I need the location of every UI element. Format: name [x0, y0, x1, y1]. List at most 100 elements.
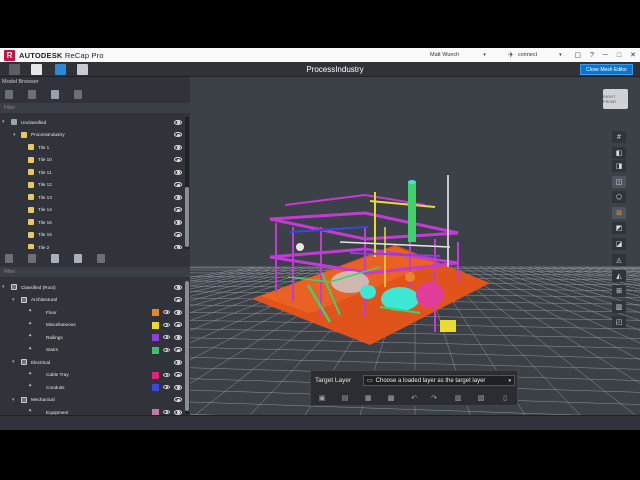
eye-icon[interactable] — [163, 410, 170, 414]
visibility-eye-icon[interactable] — [174, 194, 182, 200]
scan-icon[interactable] — [5, 90, 13, 99]
layer-color-swatch[interactable] — [152, 346, 159, 354]
delete-icon[interactable] — [97, 254, 105, 263]
minimize-icon[interactable]: ─ — [603, 52, 608, 59]
trash-icon[interactable]: ▯ — [500, 393, 510, 402]
tree-item-class[interactable]: Stairs ✦ — [0, 344, 184, 357]
visibility-eye-icon[interactable] — [174, 397, 182, 402]
region-icon[interactable] — [28, 90, 36, 99]
clip-icon[interactable]: ⊠ — [612, 207, 626, 219]
tree-item-group[interactable]: ▾ Electrical — [0, 356, 184, 369]
expand-icon[interactable]: ▾ — [2, 284, 5, 290]
3d-viewport[interactable]: RIGHT FRONT # ◧ ◨ ◫ ⬠ ⊠ ◩ ◪ ◬ ◭ ⊞ ▥ ◰ Target Layer ▭… — [190, 77, 640, 415]
classify-icon[interactable] — [51, 254, 59, 263]
user-menu[interactable]: Matt Wunch ▾ — [430, 48, 486, 62]
tree-item-project[interactable]: ▾ ProcessIndustry — [0, 129, 184, 142]
visibility-eye-icon[interactable] — [174, 347, 182, 352]
expand-icon[interactable]: ▾ — [12, 359, 15, 365]
layer-color-swatch[interactable] — [152, 334, 159, 341]
filter-input[interactable]: Filter — [0, 103, 190, 113]
tree-item-class[interactable]: Railings ✦ — [0, 331, 184, 344]
layer-color-swatch[interactable] — [152, 371, 159, 379]
visibility-eye-icon[interactable] — [174, 244, 182, 249]
eye-icon[interactable] — [163, 385, 170, 389]
tree-item-tile[interactable]: Tile 12 — [0, 179, 184, 192]
expand-icon[interactable]: ▾ — [12, 297, 15, 303]
layer-color-swatch[interactable] — [152, 309, 159, 316]
grid-select-icon[interactable]: ▩ — [386, 393, 396, 402]
redo-icon[interactable]: ↷ — [429, 393, 439, 402]
settings-icon[interactable]: ◰ — [612, 316, 626, 328]
tree-item-class[interactable]: Floor ✦ — [0, 306, 184, 319]
tree-item-tile[interactable]: Tile 11 — [0, 166, 184, 179]
layers-icon[interactable] — [51, 90, 59, 99]
view-cube[interactable]: RIGHT FRONT — [603, 89, 628, 109]
expand-icon[interactable]: ▾ — [2, 119, 5, 125]
visibility-eye-icon[interactable] — [174, 182, 182, 187]
layer-color-swatch[interactable] — [152, 321, 159, 329]
tree-item-group[interactable]: ▾ Architectural — [0, 294, 184, 307]
cube-front-icon[interactable]: ◧ — [612, 147, 626, 159]
layers-icon[interactable] — [74, 254, 82, 263]
eye-icon[interactable] — [163, 335, 170, 339]
tree-item-class[interactable]: Miscellaneous ✦ — [0, 319, 184, 332]
classified-scrollbar[interactable] — [185, 281, 189, 414]
visibility-eye-icon[interactable] — [174, 309, 182, 315]
eye-icon[interactable] — [163, 347, 170, 352]
point-cloud-scene[interactable] — [190, 77, 640, 415]
tree-item-group[interactable]: ▾ Mechanical — [0, 394, 184, 407]
undo-icon[interactable]: ↶ — [409, 393, 419, 402]
visibility-eye-icon[interactable] — [174, 359, 182, 365]
tree-item-tile[interactable]: Tile 15 — [0, 216, 184, 229]
classified-scrollbar-thumb[interactable] — [185, 281, 189, 411]
display-icon[interactable]: ▥ — [612, 301, 626, 313]
close-mesh-editor-button[interactable]: Close Mesh Editor — [580, 64, 633, 75]
select-icon[interactable]: ▣ — [317, 393, 327, 402]
expand-icon[interactable]: ▾ — [13, 132, 16, 138]
visibility-eye-icon[interactable] — [174, 119, 182, 125]
tree-item-tile[interactable]: Tile 14 — [0, 204, 184, 217]
eye-icon[interactable] — [163, 372, 170, 377]
visibility-eye-icon[interactable] — [174, 409, 182, 415]
tree-scrollbar[interactable] — [185, 117, 189, 249]
visibility-eye-icon[interactable] — [174, 232, 182, 237]
tree-item-tile[interactable]: Tile 1 — [0, 141, 184, 154]
expand-icon[interactable]: ▾ — [12, 397, 15, 403]
cube-side-icon[interactable]: ◨ — [612, 160, 626, 172]
tree-item-tile[interactable]: Tile 2 — [0, 241, 184, 249]
tree-item-class[interactable]: Cable Tray ✦ — [0, 369, 184, 382]
notifications-icon[interactable]: ▢ — [574, 51, 581, 59]
view-select-icon[interactable]: ◫ — [612, 176, 626, 188]
tree-item-unclassified[interactable]: ▾ Unclassified — [0, 116, 184, 129]
tree-item-class[interactable]: Conduits ✦ — [0, 381, 184, 394]
region-icon[interactable] — [28, 254, 36, 263]
layer-color-swatch[interactable] — [152, 384, 159, 391]
visibility-eye-icon[interactable] — [174, 132, 182, 137]
copy-to-layer-icon[interactable]: ▧ — [476, 393, 486, 402]
eye-icon[interactable] — [163, 310, 170, 314]
box-icon[interactable]: ▦ — [363, 393, 373, 402]
tree-item-class[interactable]: Equipment ✦ — [0, 406, 184, 415]
visibility-eye-icon[interactable] — [174, 284, 182, 290]
visibility-eye-icon[interactable] — [174, 219, 182, 225]
visibility-eye-icon[interactable] — [174, 297, 182, 302]
visibility-eye-icon[interactable] — [174, 334, 182, 340]
tree-item-classified-root[interactable]: ▾ Classified (Root) — [0, 281, 184, 294]
tree-scrollbar-thumb[interactable] — [185, 187, 189, 247]
classified-filter-input[interactable]: Filter — [0, 267, 190, 277]
fence-icon[interactable]: ▤ — [340, 393, 350, 402]
tree-item-tile[interactable]: Tile 16 — [0, 229, 184, 242]
visibility-eye-icon[interactable] — [174, 207, 182, 212]
measure-icon[interactable]: ◬ — [612, 254, 626, 266]
visibility-eye-icon[interactable] — [174, 372, 182, 377]
section-icon[interactable]: ◩ — [612, 222, 626, 234]
annotate-icon[interactable]: ◭ — [612, 270, 626, 282]
visibility-eye-icon[interactable] — [174, 144, 182, 150]
connect-menu[interactable]: ✈ connect ▾ — [508, 48, 562, 62]
help-icon[interactable]: ? — [590, 52, 594, 59]
eye-icon[interactable] — [163, 322, 170, 327]
tree-item-tile[interactable]: Tile 13 — [0, 191, 184, 204]
close-icon[interactable]: ✕ — [630, 51, 636, 59]
visibility-eye-icon[interactable] — [174, 169, 182, 175]
maximize-icon[interactable]: □ — [617, 52, 621, 59]
